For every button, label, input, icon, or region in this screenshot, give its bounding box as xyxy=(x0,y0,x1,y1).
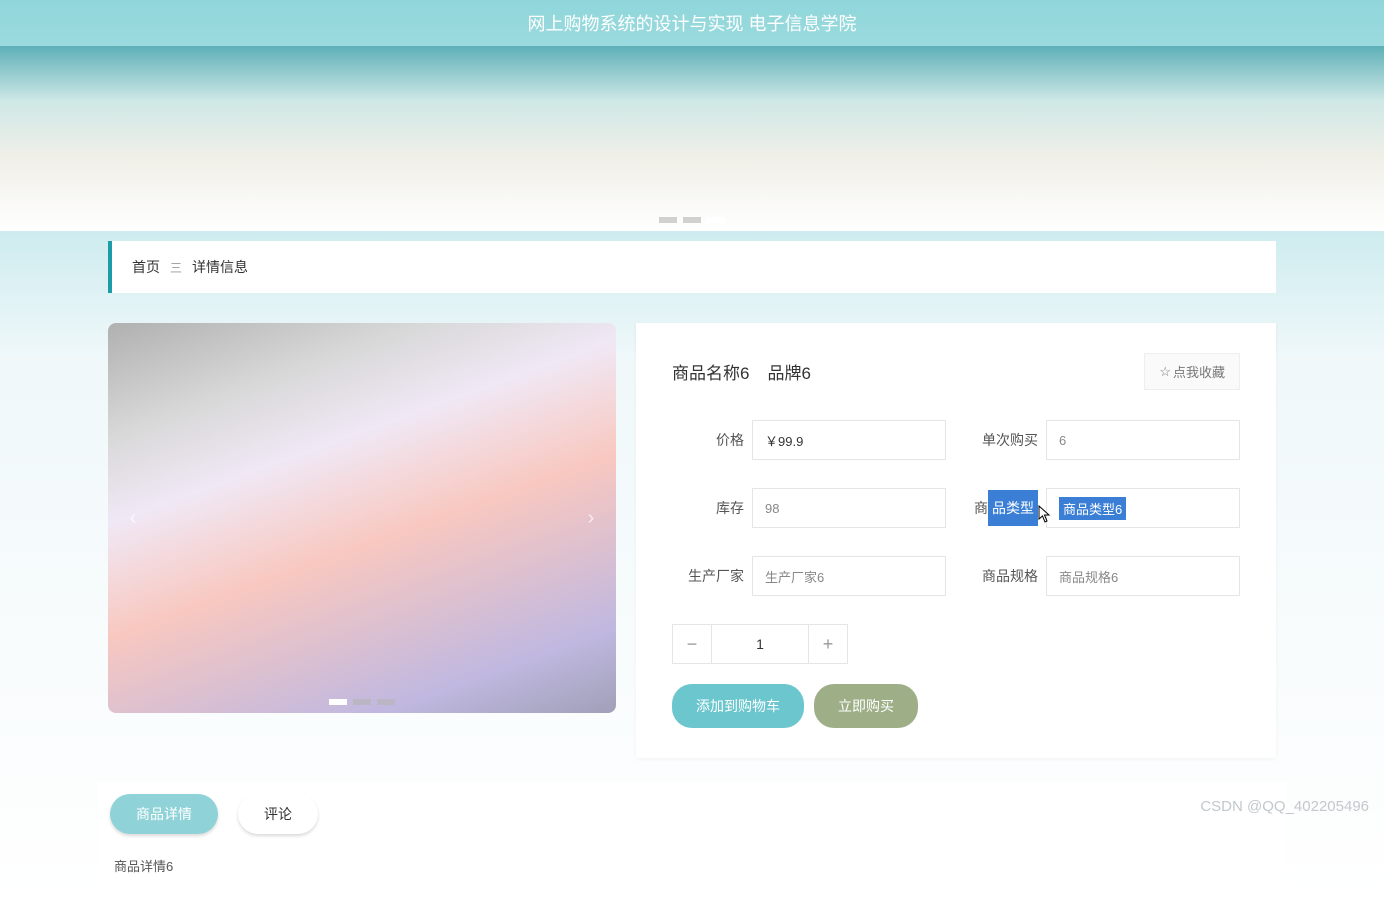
banner-dot[interactable] xyxy=(659,217,677,223)
banner-dots xyxy=(659,217,725,223)
qty-input[interactable]: 1 xyxy=(712,624,808,664)
banner-dot-active[interactable] xyxy=(707,217,725,223)
action-row: 添加到购物车 立即购买 xyxy=(672,684,1240,728)
breadcrumb-current: 详情信息 xyxy=(192,257,248,277)
type-value: 商品类型6 xyxy=(1046,488,1240,528)
field-type: 商品类型 商品类型6 xyxy=(966,488,1240,528)
field-maker: 生产厂家 生产厂家6 xyxy=(672,556,946,596)
carousel-next-icon[interactable]: › xyxy=(576,503,606,533)
quantity-stepper: − 1 + xyxy=(672,624,1240,664)
price-label: 价格 xyxy=(672,430,744,450)
favorite-button[interactable]: ☆ 点我收藏 xyxy=(1144,353,1240,390)
breadcrumb: 首页 三 详情信息 xyxy=(108,241,1276,293)
product-info-panel: 商品名称6 品牌6 ☆ 点我收藏 价格 ￥99.9 单次购买 6 库存 98 xyxy=(636,323,1276,758)
qty-decrement-button[interactable]: − xyxy=(672,624,712,664)
product-name: 商品名称6 xyxy=(672,359,749,384)
single-buy-label: 单次购买 xyxy=(966,430,1038,450)
stock-label: 库存 xyxy=(672,498,744,518)
product-detail-row: ‹ › 商品名称6 品牌6 ☆ 点我收藏 价格 ￥99.9 单次购买 xyxy=(108,323,1276,758)
star-icon: ☆ xyxy=(1159,364,1171,380)
buy-now-button[interactable]: 立即购买 xyxy=(814,684,918,728)
carousel-prev-icon[interactable]: ‹ xyxy=(118,503,148,533)
stock-value: 98 xyxy=(752,488,946,528)
price-value: ￥99.9 xyxy=(752,420,946,460)
banner-dot[interactable] xyxy=(683,217,701,223)
fields-grid: 价格 ￥99.9 单次购买 6 库存 98 商品类型 商品类型6 生产厂家 生产… xyxy=(672,420,1240,596)
qty-increment-button[interactable]: + xyxy=(808,624,848,664)
product-brand: 品牌6 xyxy=(767,359,810,384)
tabs-panel: 商品详情 评论 商品详情6 xyxy=(98,782,1286,897)
single-buy-value: 6 xyxy=(1046,420,1240,460)
field-spec: 商品规格 商品规格6 xyxy=(966,556,1240,596)
watermark-text: CSDN @QQ_402205496 xyxy=(1200,798,1369,815)
spec-value: 商品规格6 xyxy=(1046,556,1240,596)
product-carousel: ‹ › xyxy=(108,323,616,713)
tab-content: 商品详情6 xyxy=(98,834,1286,897)
tabs-bar: 商品详情 评论 xyxy=(98,782,1286,834)
field-single-buy: 单次购买 6 xyxy=(966,420,1240,460)
banner-carousel xyxy=(0,46,1384,231)
maker-label: 生产厂家 xyxy=(672,566,744,586)
tab-comments[interactable]: 评论 xyxy=(238,794,318,834)
title-row: 商品名称6 品牌6 ☆ 点我收藏 xyxy=(672,353,1240,390)
carousel-dots xyxy=(329,699,395,705)
spec-label: 商品规格 xyxy=(966,566,1038,586)
field-stock: 库存 98 xyxy=(672,488,946,528)
title-left: 商品名称6 品牌6 xyxy=(672,359,811,384)
type-label: 商品类型 xyxy=(966,498,1038,518)
maker-value: 生产厂家6 xyxy=(752,556,946,596)
breadcrumb-sep-icon: 三 xyxy=(170,259,182,276)
breadcrumb-home[interactable]: 首页 xyxy=(132,257,160,277)
carousel-dot-active[interactable] xyxy=(329,699,347,705)
favorite-label: 点我收藏 xyxy=(1173,362,1225,381)
field-price: 价格 ￥99.9 xyxy=(672,420,946,460)
carousel-dot[interactable] xyxy=(353,699,371,705)
add-to-cart-button[interactable]: 添加到购物车 xyxy=(672,684,804,728)
header-title: 网上购物系统的设计与实现 电子信息学院 xyxy=(0,0,1384,46)
carousel-dot[interactable] xyxy=(377,699,395,705)
tab-detail[interactable]: 商品详情 xyxy=(110,794,218,834)
